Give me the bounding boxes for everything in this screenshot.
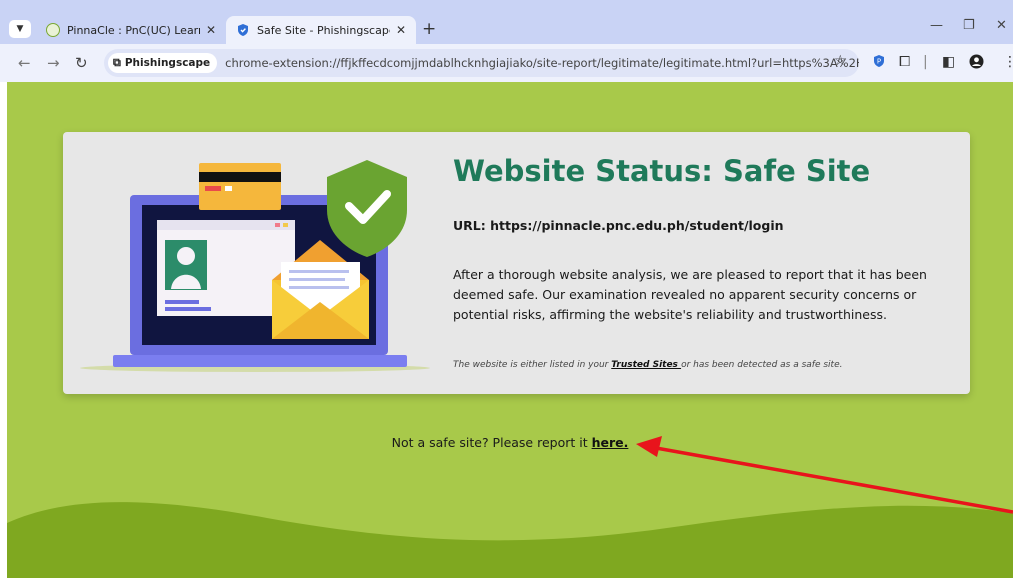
trusted-sites-link[interactable]: Trusted Sites: [611, 360, 681, 370]
shield-favicon: [236, 23, 250, 37]
plus-icon[interactable]: +: [422, 19, 436, 39]
site-chip[interactable]: ⧉ Phishingscape: [108, 53, 218, 73]
status-card: Website Status: Safe Site URL: https://p…: [63, 132, 970, 394]
tab-strip: ▼ PinnaCle : PnC(UC) Learning Ma ✕ Safe …: [0, 0, 1013, 44]
reload-icon[interactable]: ↻: [75, 54, 88, 72]
side-panel-icon[interactable]: ◧: [942, 54, 955, 70]
pinnacle-favicon: [46, 23, 60, 37]
forward-icon[interactable]: →: [47, 54, 60, 72]
close-icon[interactable]: ✕: [396, 23, 406, 37]
extension-icon: ⧉: [113, 56, 121, 69]
footnote-prefix: The website is either listed in your: [453, 360, 612, 370]
browser-toolbar: ← → ↻ ⧉ Phishingscape chrome-extension:/…: [0, 44, 1013, 82]
tab-title: Safe Site - Phishingscape: [257, 23, 390, 37]
star-icon[interactable]: ☆: [834, 53, 847, 69]
svg-text:P: P: [877, 58, 881, 66]
profile-icon[interactable]: [969, 54, 984, 73]
report-prefix: Not a safe site? Please report it: [391, 435, 592, 450]
minimize-icon[interactable]: —: [930, 18, 943, 33]
page-content: Website Status: Safe Site URL: https://p…: [7, 82, 1013, 578]
url-text: chrome-extension://ffjkffecdcomjjmdablhc…: [225, 56, 859, 70]
kebab-icon[interactable]: ⋮: [1003, 54, 1013, 70]
tab-title: PinnaCle : PnC(UC) Learning Ma: [67, 23, 200, 37]
tab-pinnacle[interactable]: PinnaCle : PnC(UC) Learning Ma ✕: [36, 16, 226, 44]
status-title: Website Status: Safe Site: [453, 154, 871, 188]
restore-icon[interactable]: ❐: [963, 18, 975, 33]
phishingscape-icon[interactable]: P: [872, 54, 886, 72]
footnote-suffix: or has been detected as a safe site.: [681, 360, 843, 370]
address-bar[interactable]: ⧉ Phishingscape chrome-extension://ffjkf…: [104, 49, 859, 77]
safe-site-illustration: [80, 160, 430, 372]
tab-search-icon[interactable]: ▼: [9, 20, 31, 38]
back-icon[interactable]: ←: [18, 54, 31, 72]
report-prompt: Not a safe site? Please report it here.: [7, 435, 1013, 450]
wave-decoration: [7, 502, 1013, 578]
puzzle-icon[interactable]: ⧠: [899, 54, 910, 70]
footnote: The website is either listed in your Tru…: [453, 360, 842, 370]
tab-safe-site[interactable]: Safe Site - Phishingscape ✕: [226, 16, 416, 44]
close-icon[interactable]: ✕: [206, 23, 216, 37]
checked-url: URL: https://pinnacle.pnc.edu.ph/student…: [453, 218, 784, 233]
site-chip-label: Phishingscape: [124, 57, 211, 69]
report-here-link[interactable]: here.: [592, 435, 629, 450]
toolbar-divider: |: [923, 54, 928, 70]
analysis-summary: After a thorough website analysis, we ar…: [453, 267, 927, 322]
window-close-icon[interactable]: ✕: [996, 18, 1007, 33]
